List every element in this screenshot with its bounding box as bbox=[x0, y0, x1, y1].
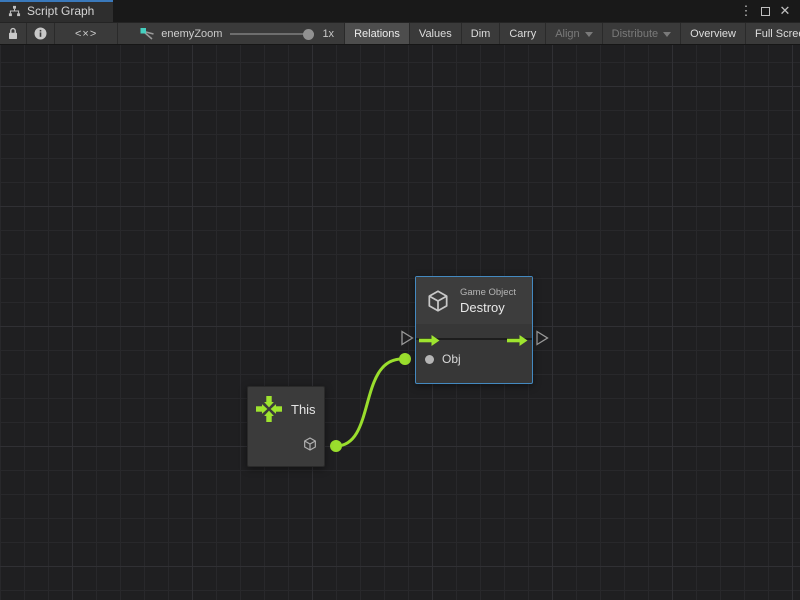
chevron-down-icon bbox=[663, 32, 671, 37]
graph-wire-layer bbox=[0, 45, 800, 600]
relations-label: Relations bbox=[354, 28, 400, 40]
tab-active-accent bbox=[0, 0, 113, 2]
titlebar: Script Graph ⋮ ✕ bbox=[0, 0, 800, 22]
distribute-label: Distribute bbox=[612, 28, 658, 40]
info-icon bbox=[34, 27, 47, 40]
wire-source-dot[interactable] bbox=[330, 440, 342, 452]
relations-button[interactable]: Relations bbox=[345, 23, 410, 44]
control-output-triangle-port[interactable] bbox=[537, 332, 548, 345]
zoom-slider[interactable] bbox=[230, 28, 314, 40]
distribute-dropdown[interactable]: Distribute bbox=[603, 23, 681, 44]
game-object-output-port[interactable] bbox=[302, 436, 318, 452]
full-screen-button[interactable]: Full Screen bbox=[746, 23, 800, 44]
this-node-title: This bbox=[291, 402, 316, 417]
this-node-header: This bbox=[248, 387, 324, 422]
destroy-node-header: Game Object Destroy bbox=[416, 277, 532, 324]
tab-script-graph[interactable]: Script Graph bbox=[0, 0, 113, 22]
code-icon: <×> bbox=[75, 28, 97, 40]
align-label: Align bbox=[555, 28, 579, 40]
lock-icon bbox=[7, 27, 19, 40]
node-this[interactable]: This bbox=[247, 386, 325, 467]
graph-name: enemy bbox=[161, 28, 194, 40]
wire-target-dot[interactable] bbox=[399, 353, 411, 365]
destroy-node-title: Destroy bbox=[460, 300, 516, 315]
zoom-slider-track[interactable] bbox=[230, 33, 314, 35]
maximize-icon[interactable] bbox=[761, 7, 770, 16]
align-dropdown[interactable]: Align bbox=[546, 23, 602, 44]
obj-input-port-row: Obj bbox=[425, 352, 461, 366]
zoom-value: 1x bbox=[322, 28, 334, 40]
values-label: Values bbox=[419, 28, 452, 40]
carry-button[interactable]: Carry bbox=[500, 23, 546, 44]
overview-label: Overview bbox=[690, 28, 736, 40]
wire-this-to-destroy[interactable] bbox=[336, 359, 402, 446]
full-screen-label: Full Screen bbox=[755, 28, 800, 40]
overview-button[interactable]: Overview bbox=[681, 23, 746, 44]
toolbar-middle: enemy Zoom 1x bbox=[118, 23, 345, 44]
window-controls: ⋮ ✕ bbox=[739, 0, 800, 22]
graph-toolbar: <×> enemy Zoom 1x bbox=[0, 22, 800, 45]
graph-tree-icon bbox=[8, 5, 21, 17]
flow-exit-arrow-icon[interactable] bbox=[507, 333, 528, 344]
destroy-node-subtitle: Game Object bbox=[460, 287, 516, 298]
info-button[interactable] bbox=[27, 23, 55, 44]
dim-label: Dim bbox=[471, 28, 491, 40]
obj-port-dot[interactable] bbox=[425, 355, 434, 364]
control-input-triangle-port[interactable] bbox=[402, 332, 413, 345]
script-graph-window: Script Graph ⋮ ✕ bbox=[0, 0, 800, 600]
code-view-button[interactable]: <×> bbox=[55, 23, 118, 44]
tab-title: Script Graph bbox=[27, 4, 94, 18]
game-object-cube-icon bbox=[425, 288, 451, 314]
obj-port-label: Obj bbox=[442, 352, 461, 366]
zoom-control: Zoom 1x bbox=[194, 28, 334, 40]
carry-label: Carry bbox=[509, 28, 536, 40]
lock-button[interactable] bbox=[0, 23, 27, 44]
node-destroy[interactable]: Game Object Destroy Obj bbox=[415, 276, 533, 384]
flow-enter-arrow-icon[interactable] bbox=[419, 333, 440, 344]
dim-button[interactable]: Dim bbox=[462, 23, 501, 44]
zoom-label: Zoom bbox=[194, 28, 222, 40]
graph-breadcrumb[interactable]: enemy bbox=[140, 27, 194, 41]
zoom-slider-handle[interactable] bbox=[303, 29, 314, 40]
this-icon bbox=[256, 396, 282, 422]
close-icon[interactable]: ✕ bbox=[778, 0, 792, 22]
menu-icon[interactable]: ⋮ bbox=[739, 0, 753, 22]
values-button[interactable]: Values bbox=[410, 23, 462, 44]
flow-graph-icon bbox=[140, 27, 156, 41]
graph-canvas[interactable]: This Game Object Dest bbox=[0, 45, 800, 600]
chevron-down-icon bbox=[585, 32, 593, 37]
